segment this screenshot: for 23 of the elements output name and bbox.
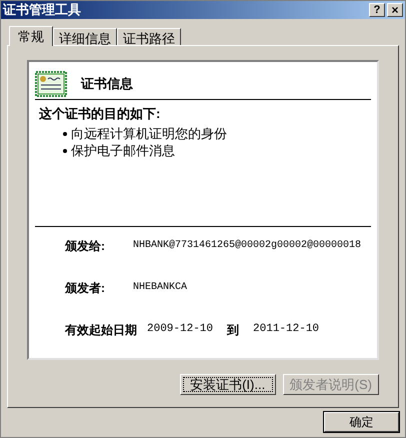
field-value: 2011-12-10	[253, 322, 320, 338]
field-label: 到	[226, 322, 240, 338]
certificate-icon	[35, 70, 67, 96]
certificate-heading: 证书信息	[81, 74, 133, 93]
field-value: NHEBANKCA	[133, 281, 188, 295]
purpose-item: 保护电子邮件消息	[71, 142, 175, 160]
bullet-icon	[63, 132, 67, 136]
tab[interactable]: 详细信息	[53, 28, 117, 45]
ok-button[interactable]: 确定	[324, 412, 399, 432]
field-value: NHBANK@7731461265@00002g00002@00000018	[133, 238, 362, 253]
close-button[interactable]: ×	[387, 3, 403, 17]
purpose-item: 向远程计算机证明您的身份	[71, 125, 227, 144]
purpose-title: 这个证书的目的如下:	[38, 105, 162, 123]
tab[interactable]: 证书路径	[117, 28, 181, 45]
bullet-icon	[63, 149, 67, 153]
field-value: 2009-12-10	[147, 322, 214, 338]
field-label: 颁发者:	[65, 280, 106, 296]
tab[interactable]: 常规	[9, 26, 53, 46]
field-label: 有效起始日期	[65, 322, 137, 338]
dialog-button[interactable]: 安装证书(I)...	[180, 374, 276, 395]
help-button[interactable]: ?	[369, 3, 385, 17]
window-title: 证书管理工具	[3, 2, 81, 18]
field-label: 颁发给:	[65, 238, 106, 254]
